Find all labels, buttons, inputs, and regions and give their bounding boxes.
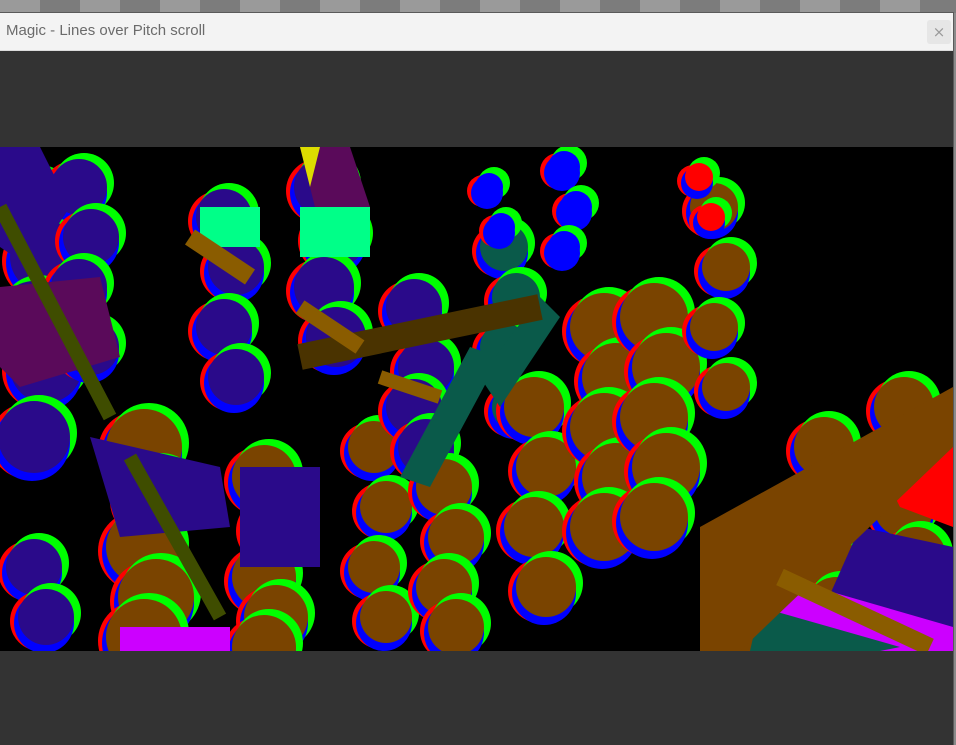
art-blob <box>487 213 515 241</box>
art-blob <box>702 363 750 411</box>
art-blob <box>0 401 70 473</box>
art-blob <box>685 163 713 191</box>
art-blob <box>690 303 738 351</box>
art-shape <box>300 207 370 257</box>
close-icon: × <box>932 23 946 41</box>
art-blob <box>697 203 725 231</box>
close-button[interactable]: × <box>927 20 951 44</box>
art-blob <box>702 243 750 291</box>
art-blob <box>18 589 74 645</box>
art-blob <box>548 231 580 263</box>
art-blob <box>208 349 264 405</box>
art-shape <box>120 627 230 651</box>
art-blob <box>620 483 688 551</box>
art-blob <box>475 173 503 201</box>
window-title: Magic - Lines over Pitch scroll <box>6 22 206 39</box>
art-blob <box>560 191 592 223</box>
art-shape <box>240 467 320 567</box>
art-blob <box>360 591 412 643</box>
art-blob <box>504 497 564 557</box>
art-blob <box>548 151 580 183</box>
app-window: Magic - Lines over Pitch scroll × <box>0 13 953 745</box>
artwork-svg <box>0 147 953 651</box>
title-bar[interactable]: Magic - Lines over Pitch scroll × <box>0 13 953 51</box>
desktop-background <box>0 0 956 13</box>
art-blob <box>516 557 576 617</box>
drawing-canvas[interactable] <box>0 147 953 651</box>
art-blob <box>360 481 412 533</box>
